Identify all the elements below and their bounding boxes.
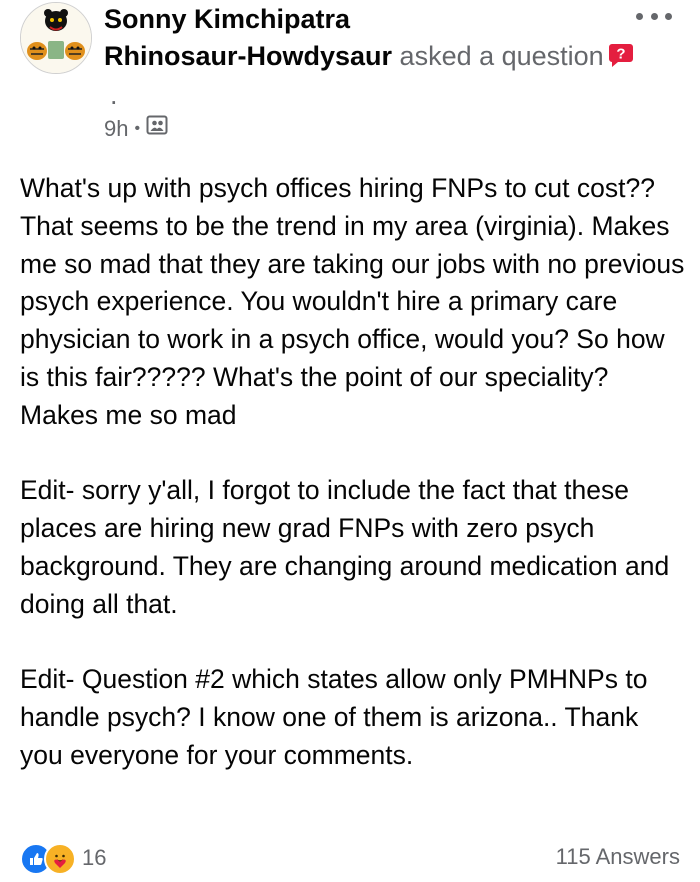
- post-action-text: asked a question: [392, 41, 604, 71]
- reaction-count: 16: [82, 845, 107, 870]
- svg-text:?: ?: [616, 46, 625, 63]
- group-audience-icon: [146, 114, 168, 144]
- reactions-summary[interactable]: 16: [20, 843, 107, 875]
- avatar-image: [21, 3, 91, 73]
- care-reaction-icon: [44, 843, 76, 875]
- author-name[interactable]: Sonny Kimchipatra: [104, 2, 350, 36]
- post-timestamp[interactable]: 9h: [104, 114, 128, 144]
- more-options-icon[interactable]: [636, 6, 672, 26]
- post-context-line: Rhinosaur-Howdysaur asked a question?.: [104, 38, 644, 113]
- more-dot: [665, 12, 672, 20]
- more-dot: [636, 12, 643, 20]
- reaction-icons: [20, 843, 78, 875]
- group-name[interactable]: Rhinosaur-Howdysaur: [104, 41, 392, 71]
- answers-count-link[interactable]: 115 Answers: [556, 844, 680, 870]
- meta-separator: •: [134, 120, 141, 137]
- post-footer: 16 115 Answers: [20, 840, 680, 876]
- question-badge-icon: ?: [608, 41, 634, 77]
- post-meta: 9h •: [104, 114, 168, 144]
- post-paragraph: Edit- Question #2 which states allow onl…: [20, 664, 648, 770]
- question-post: Sonny Kimchipatra Rhinosaur-Howdysaur as…: [0, 0, 700, 882]
- more-dot: [650, 12, 658, 20]
- post-paragraph: Edit- sorry y'all, I forgot to include t…: [20, 475, 670, 619]
- post-action-end: .: [110, 80, 118, 110]
- group-avatar[interactable]: [20, 2, 92, 74]
- post-paragraph: What's up with psych offices hiring FNPs…: [20, 173, 685, 430]
- post-body: What's up with psych offices hiring FNPs…: [20, 170, 688, 775]
